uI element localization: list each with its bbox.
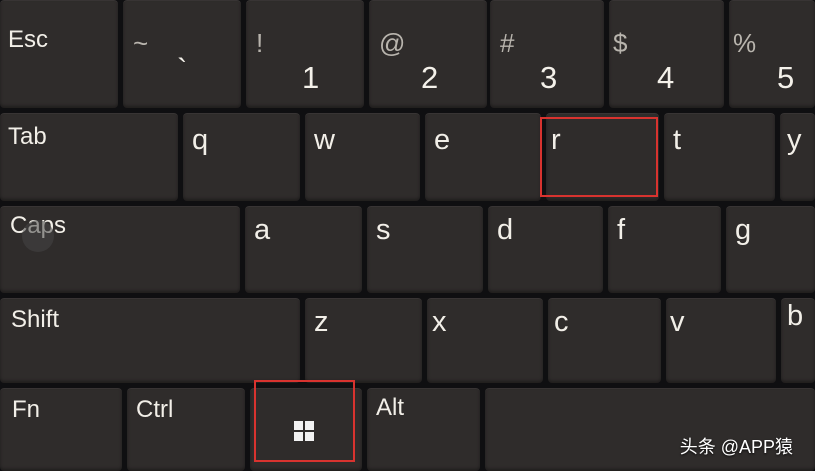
key-alt[interactable]: Alt — [367, 388, 480, 471]
key-s[interactable]: s — [367, 206, 483, 293]
key-b-label: b — [787, 300, 804, 332]
highlight-box-r — [540, 117, 658, 197]
key-q-label: q — [192, 124, 209, 156]
key-4[interactable]: $ 4 — [609, 0, 724, 108]
key-2-label: 2 — [421, 60, 439, 95]
key-v-label: v — [670, 306, 685, 338]
key-tab-label: Tab — [8, 123, 47, 150]
key-ctrl[interactable]: Ctrl — [127, 388, 245, 471]
key-c[interactable]: c — [548, 298, 661, 383]
key-g[interactable]: g — [726, 206, 815, 293]
key-4-label: 4 — [657, 60, 675, 95]
key-g-label: g — [735, 214, 752, 246]
key-tab[interactable]: Tab — [0, 113, 178, 201]
key-fn[interactable]: Fn — [0, 388, 122, 471]
keyboard-photo: Esc ~ ` ! 1 @ 2 # 3 $ 4 % 5 Tab q w e r … — [0, 0, 815, 471]
key-x-label: x — [432, 306, 447, 338]
key-q[interactable]: q — [183, 113, 300, 201]
key-a-label: a — [254, 214, 271, 246]
key-t-label: t — [673, 124, 682, 156]
key-5[interactable]: % 5 — [729, 0, 815, 108]
key-w-label: w — [314, 124, 335, 156]
key-1-label: 1 — [302, 60, 320, 95]
key-y-label: y — [787, 124, 802, 156]
key-1[interactable]: ! 1 — [246, 0, 364, 108]
watermark-text: 头条 @APP猿 — [679, 437, 793, 457]
key-e[interactable]: e — [425, 113, 541, 201]
key-backtick-label: ` — [177, 52, 188, 87]
key-esc-label: Esc — [8, 26, 49, 53]
key-2[interactable]: @ 2 — [369, 0, 487, 108]
key-x[interactable]: x — [427, 298, 543, 383]
key-z[interactable]: z — [305, 298, 422, 383]
highlight-box-windows — [254, 380, 355, 462]
key-t[interactable]: t — [664, 113, 775, 201]
key-4-shift-label: $ — [613, 28, 628, 58]
key-2-shift-label: @ — [379, 28, 406, 58]
key-5-shift-label: % — [733, 28, 757, 58]
key-b[interactable]: b — [781, 298, 815, 383]
key-shift-label: Shift — [11, 306, 60, 333]
key-backtick-shift-label: ~ — [133, 28, 149, 58]
key-a[interactable]: a — [245, 206, 362, 293]
key-5-label: 5 — [777, 60, 795, 95]
key-3[interactable]: # 3 — [490, 0, 604, 108]
key-ctrl-label: Ctrl — [136, 396, 174, 423]
key-shift[interactable]: Shift — [0, 298, 300, 383]
key-alt-label: Alt — [376, 394, 405, 421]
key-esc[interactable]: Esc — [0, 0, 118, 108]
key-3-shift-label: # — [500, 28, 515, 58]
key-d[interactable]: d — [488, 206, 603, 293]
key-z-label: z — [314, 306, 329, 338]
key-fn-label: Fn — [12, 396, 41, 423]
key-3-label: 3 — [540, 60, 558, 95]
key-y[interactable]: y — [780, 113, 815, 201]
key-f-label: f — [617, 214, 626, 246]
key-1-shift-label: ! — [256, 28, 264, 58]
key-c-label: c — [554, 306, 569, 338]
key-w[interactable]: w — [305, 113, 420, 201]
key-s-label: s — [376, 214, 391, 246]
key-e-label: e — [434, 124, 451, 156]
back-arrow-icon — [22, 220, 54, 252]
key-backtick[interactable]: ~ ` — [123, 0, 241, 108]
key-d-label: d — [497, 214, 514, 246]
key-f[interactable]: f — [608, 206, 721, 293]
key-v[interactable]: v — [666, 298, 776, 383]
